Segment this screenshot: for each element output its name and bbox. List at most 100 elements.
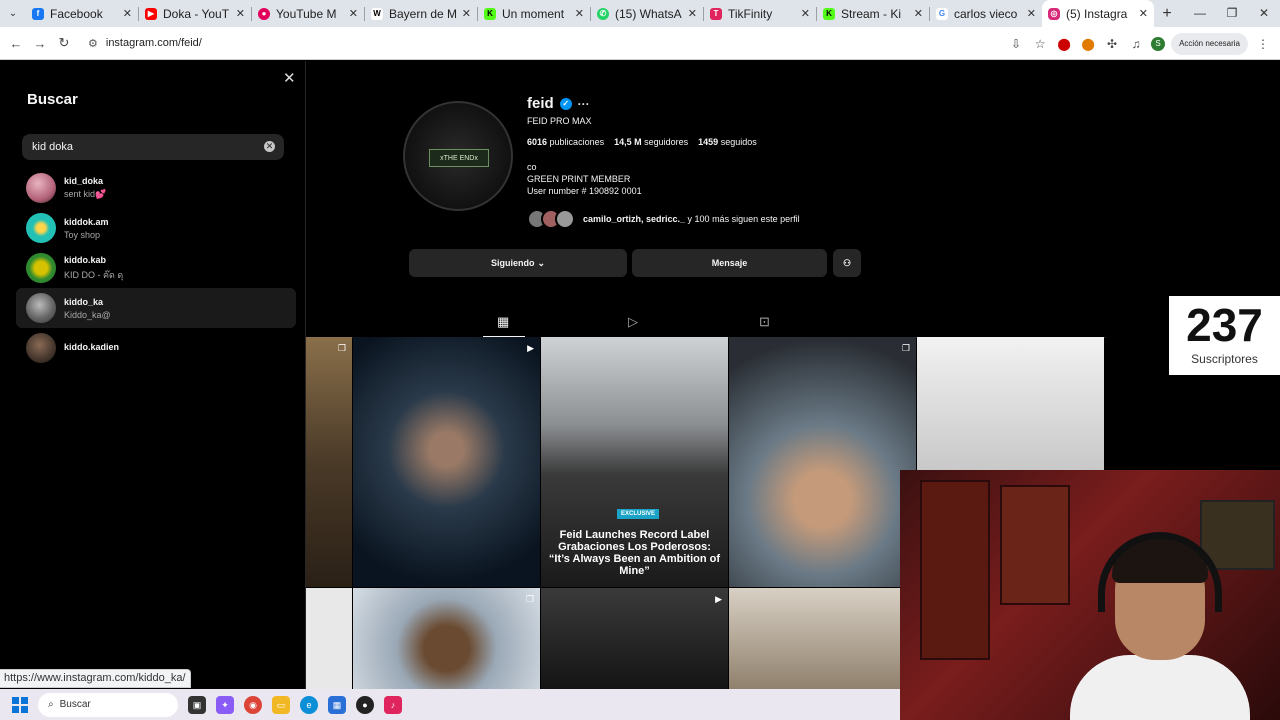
avatar xyxy=(26,333,56,363)
forward-arrow-icon[interactable]: → xyxy=(28,36,52,51)
close-tab-icon[interactable]: ✕ xyxy=(1139,7,1148,20)
post-thumbnail[interactable] xyxy=(729,588,916,698)
close-search-icon[interactable]: ✕ xyxy=(283,69,296,87)
reels-tab-icon[interactable]: ▷ xyxy=(628,314,638,330)
close-tab-icon[interactable]: ✕ xyxy=(688,7,697,20)
task-view-icon[interactable]: ▣ xyxy=(188,695,206,714)
tab-search-icon[interactable]: ⌄ xyxy=(0,0,26,27)
tiktok-icon[interactable]: ♪ xyxy=(384,695,402,714)
following-stat[interactable]: 1459 seguidos xyxy=(698,137,757,147)
search-result-item[interactable]: kiddok.am Toy shop xyxy=(16,208,296,248)
close-window-icon[interactable]: ✕ xyxy=(1248,0,1280,27)
add-person-icon: ⚇ xyxy=(842,257,852,268)
browser-tab-active[interactable]: ◎ (5) Instagra ✕ xyxy=(1042,0,1154,27)
browser-tab[interactable]: Gcarlos vieco ✕ xyxy=(930,0,1042,27)
close-tab-icon[interactable]: ✕ xyxy=(123,7,132,20)
posts-grid-tab-icon[interactable]: ▦ xyxy=(497,314,509,330)
post-thumbnail[interactable]: ❐ xyxy=(729,337,916,587)
search-result-item[interactable]: kiddo.kadien xyxy=(16,328,296,368)
close-tab-icon[interactable]: ✕ xyxy=(914,7,923,20)
reload-icon[interactable]: ↻ xyxy=(52,35,76,51)
site-info-icon[interactable]: ⚙ xyxy=(88,37,98,50)
window-controls: — ❐ ✕ xyxy=(1184,0,1280,27)
file-explorer-icon[interactable]: ▭ xyxy=(272,695,290,714)
tab-title: Stream - Ki xyxy=(841,6,902,21)
close-tab-icon[interactable]: ✕ xyxy=(236,7,245,20)
taskbar-search-label: Buscar xyxy=(59,699,91,710)
search-result-item[interactable]: kid_doka sent kid💕 xyxy=(16,168,296,208)
post-thumbnail[interactable]: ❐ xyxy=(306,337,352,587)
taskbar-search[interactable]: ⌕ Buscar xyxy=(38,692,178,717)
posts-stat: 6016 publicaciones xyxy=(527,137,605,147)
followers-stat[interactable]: 14,5 M seguidores xyxy=(614,137,688,147)
suggested-users-button[interactable]: ⚇ xyxy=(833,249,861,277)
result-subtitle: Toy shop xyxy=(64,229,101,240)
post-thumbnail[interactable]: EXCLUSIVE Feid Launches Record Label Gra… xyxy=(541,337,728,587)
search-result-item-hovered[interactable]: kiddo_ka Kiddo_ka@ xyxy=(16,288,296,328)
subscriber-label: Suscriptores xyxy=(1191,352,1258,366)
following-button[interactable]: Siguiendo ⌄ xyxy=(409,249,627,277)
close-tab-icon[interactable]: ✕ xyxy=(349,7,358,20)
post-thumbnail[interactable] xyxy=(306,588,352,698)
extensions-puzzle-icon[interactable]: ✣ xyxy=(1103,37,1121,51)
kick-favicon-icon: K xyxy=(823,7,835,20)
browser-tab[interactable]: ● YouTube M ✕ xyxy=(252,0,364,27)
obs-icon[interactable]: ● xyxy=(356,695,374,714)
post-thumbnail[interactable]: ❐ xyxy=(353,588,540,698)
followed-by-row[interactable]: camilo_ortizh, sedricc._ y 100 más sigue… xyxy=(527,209,800,229)
youtube-music-favicon-icon: ● xyxy=(258,7,270,20)
post-thumbnail[interactable]: ▶ xyxy=(541,588,728,698)
kebab-menu-icon[interactable]: ⋮ xyxy=(1254,37,1272,51)
address-bar[interactable]: ⚙ instagram.com/feid/ xyxy=(82,31,1002,55)
browser-tab[interactable]: K Stream - Ki ✕ xyxy=(817,0,929,27)
install-app-icon[interactable]: ⇩ xyxy=(1007,37,1025,51)
bio-line: User number # 190892 0001 xyxy=(527,186,642,196)
browser-tab[interactable]: K Un moment ✕ xyxy=(478,0,590,27)
message-button[interactable]: Mensaje xyxy=(632,249,827,277)
minimize-icon[interactable]: — xyxy=(1184,0,1216,27)
post-thumbnail[interactable]: ▶ xyxy=(353,337,540,587)
result-username: kiddo_ka xyxy=(64,296,104,307)
search-panel: Buscar ✕ ✕ kid_dokasent kid💕 kiddok.am To… xyxy=(0,61,306,689)
clear-search-icon[interactable]: ✕ xyxy=(264,141,275,152)
search-input[interactable] xyxy=(22,134,284,160)
close-tab-icon[interactable]: ✕ xyxy=(462,7,471,20)
windows-start-icon[interactable] xyxy=(12,696,28,713)
search-result-item[interactable]: kiddo.kab KID DO - ค๊ด ดุ xyxy=(16,248,296,288)
close-tab-icon[interactable]: ✕ xyxy=(575,7,584,20)
browser-tab[interactable]: ▶ Doka - YouT ✕ xyxy=(139,0,251,27)
action-needed-button[interactable]: Acción necesaria xyxy=(1171,32,1248,55)
followed-by-names: camilo_ortizh, sedricc._ xyxy=(583,214,686,224)
reel-icon: ▶ xyxy=(527,343,534,353)
bookmark-star-icon[interactable]: ☆ xyxy=(1031,37,1049,51)
browser-tab[interactable]: W Bayern de M ✕ xyxy=(365,0,477,27)
close-tab-icon[interactable]: ✕ xyxy=(1027,7,1036,20)
result-subtitle: KID DO - ค๊ด ดุ xyxy=(64,269,124,280)
result-username: kiddo.kadien xyxy=(64,341,120,352)
result-username: kid_doka xyxy=(64,176,104,186)
wall-poster xyxy=(920,480,990,660)
profile-avatar[interactable]: S xyxy=(1151,36,1166,51)
new-tab-icon[interactable]: + xyxy=(1154,5,1180,23)
browser-tab[interactable]: f Facebook ✕ xyxy=(26,0,138,27)
tagged-tab-icon[interactable]: ⊡ xyxy=(759,314,770,330)
post-thumbnail[interactable] xyxy=(917,337,1104,471)
restore-icon[interactable]: ❐ xyxy=(1216,0,1248,27)
profile-avatar[interactable]: xTHE ENDx xyxy=(403,101,513,211)
avatar xyxy=(26,173,56,203)
edge-icon[interactable]: e xyxy=(300,695,318,714)
media-control-icon[interactable]: ♫ xyxy=(1127,37,1145,51)
close-tab-icon[interactable]: ✕ xyxy=(801,7,810,20)
more-options-icon[interactable]: ··· xyxy=(578,97,590,111)
opera-extension-icon[interactable]: ⬤ xyxy=(1055,37,1073,51)
browser-tab[interactable]: ✆ (15) WhatsA ✕ xyxy=(591,0,703,27)
url-text: instagram.com/feid/ xyxy=(105,37,202,49)
reel-icon: ▶ xyxy=(715,594,722,604)
chrome-icon[interactable]: ◉ xyxy=(244,695,262,714)
store-icon[interactable]: ▦ xyxy=(328,695,346,714)
browser-tab[interactable]: T TikFinity ✕ xyxy=(704,0,816,27)
copilot-icon[interactable]: ✦ xyxy=(216,695,234,714)
avatar xyxy=(555,209,575,229)
back-arrow-icon[interactable]: ← xyxy=(4,36,28,51)
extension-icon[interactable]: ⬤ xyxy=(1079,37,1097,51)
